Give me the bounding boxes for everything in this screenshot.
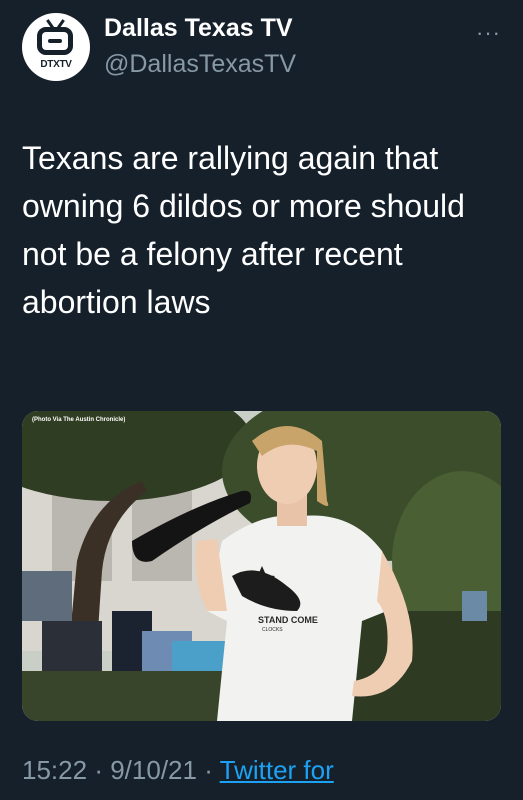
tweet-date: 9/10/21 <box>110 755 197 785</box>
tweet-timestamp: 15:22 · 9/10/21 · Twitter for <box>22 755 334 786</box>
photo-scene <box>22 411 501 721</box>
shirt-text-small: CLOCKS <box>262 627 283 633</box>
account-handle[interactable]: @DallasTexasTV <box>104 50 296 79</box>
account-avatar[interactable]: DTXTV <box>22 13 90 81</box>
tweet-time: 15:22 <box>22 755 88 785</box>
tv-smile <box>48 39 62 43</box>
separator: · <box>204 755 213 785</box>
tweet-photo[interactable]: (Photo Via The Austin Chronicle) STAND C… <box>22 411 501 721</box>
more-dots-icon[interactable]: ··· <box>476 20 501 46</box>
tweet-source-link[interactable]: Twitter for <box>220 755 334 785</box>
avatar-text: DTXTV <box>40 59 72 70</box>
display-name[interactable]: Dallas Texas TV <box>104 14 293 43</box>
tweet-text: Texans are rallying again that owning 6 … <box>22 140 465 320</box>
separator: · <box>94 755 103 785</box>
photo-credit: (Photo Via The Austin Chronicle) <box>32 417 126 423</box>
shirt-text: STAND COME <box>258 615 318 625</box>
